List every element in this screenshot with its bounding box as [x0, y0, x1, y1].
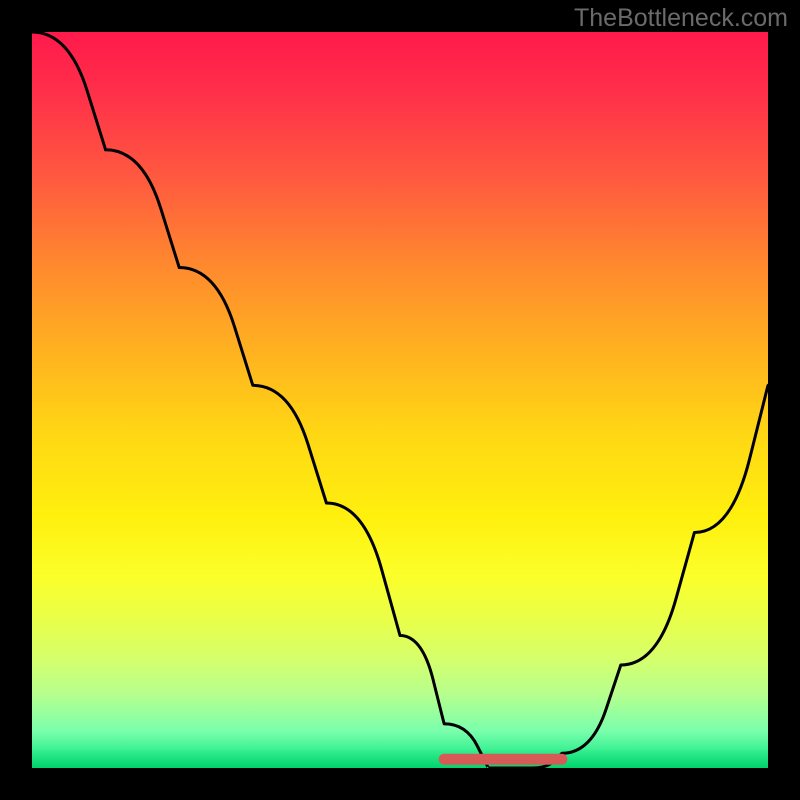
watermark-text: TheBottleneck.com: [574, 4, 788, 33]
plot-area: [32, 32, 768, 768]
chart-frame: TheBottleneck.com: [0, 0, 800, 800]
chart-svg: [32, 32, 768, 768]
bottleneck-curve: [32, 32, 768, 768]
